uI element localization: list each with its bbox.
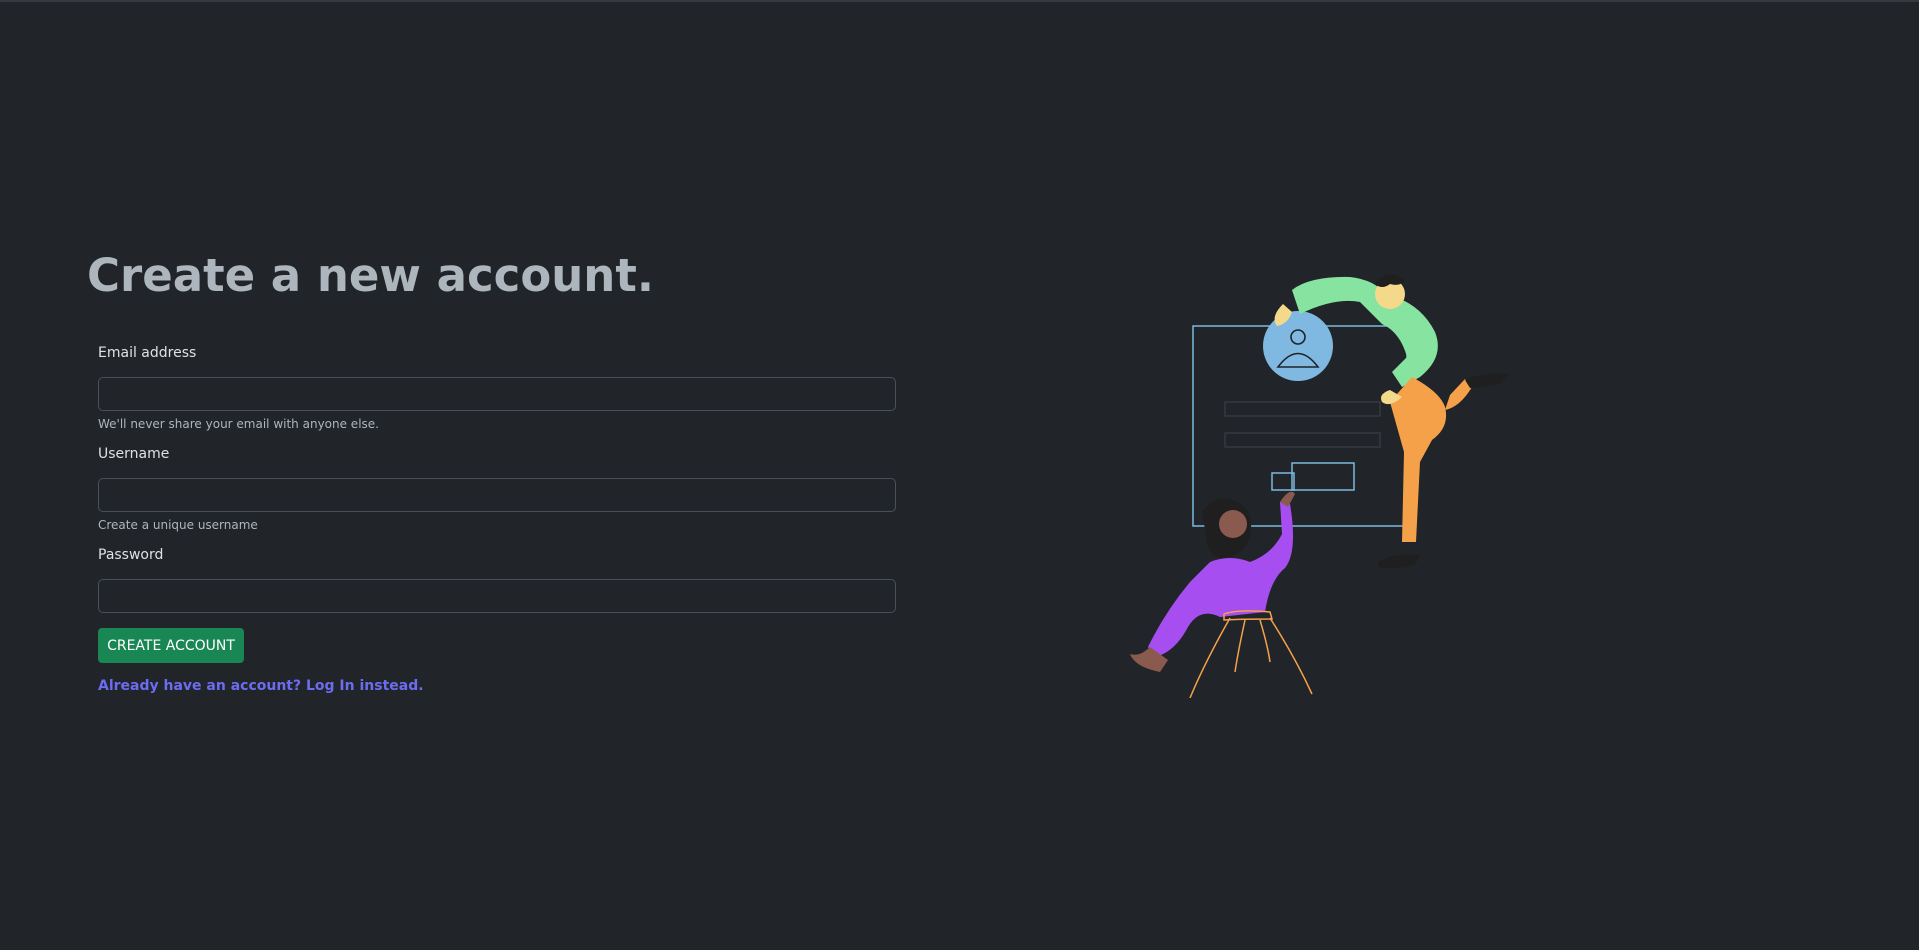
man-shoe-right xyxy=(1465,373,1510,388)
avatar-circle xyxy=(1263,311,1333,381)
woman-face xyxy=(1219,510,1247,538)
page-title: Create a new account. xyxy=(87,249,654,302)
card-button xyxy=(1291,462,1355,491)
card-field-1 xyxy=(1224,401,1381,417)
email-label: Email address xyxy=(98,345,197,361)
email-field[interactable] xyxy=(98,377,896,411)
man-pants xyxy=(1390,377,1447,542)
card-button-ghost xyxy=(1271,472,1295,491)
woman-skirt xyxy=(1189,617,1313,698)
email-help-text: We'll never share your email with anyone… xyxy=(98,417,379,431)
card-field-2 xyxy=(1224,432,1381,448)
password-field[interactable] xyxy=(98,579,896,613)
man-shoe-left xyxy=(1378,554,1420,569)
username-help-text: Create a unique username xyxy=(98,518,258,532)
signup-people-illustration xyxy=(1130,274,1510,698)
password-label: Password xyxy=(98,547,164,563)
username-label: Username xyxy=(98,446,170,462)
username-field[interactable] xyxy=(98,478,896,512)
signup-pane: Create a new account. Email address We'l… xyxy=(0,0,960,950)
create-account-button[interactable]: CREATE ACCOUNT xyxy=(98,628,244,663)
login-link[interactable]: Already have an account? Log In instead. xyxy=(98,678,424,694)
